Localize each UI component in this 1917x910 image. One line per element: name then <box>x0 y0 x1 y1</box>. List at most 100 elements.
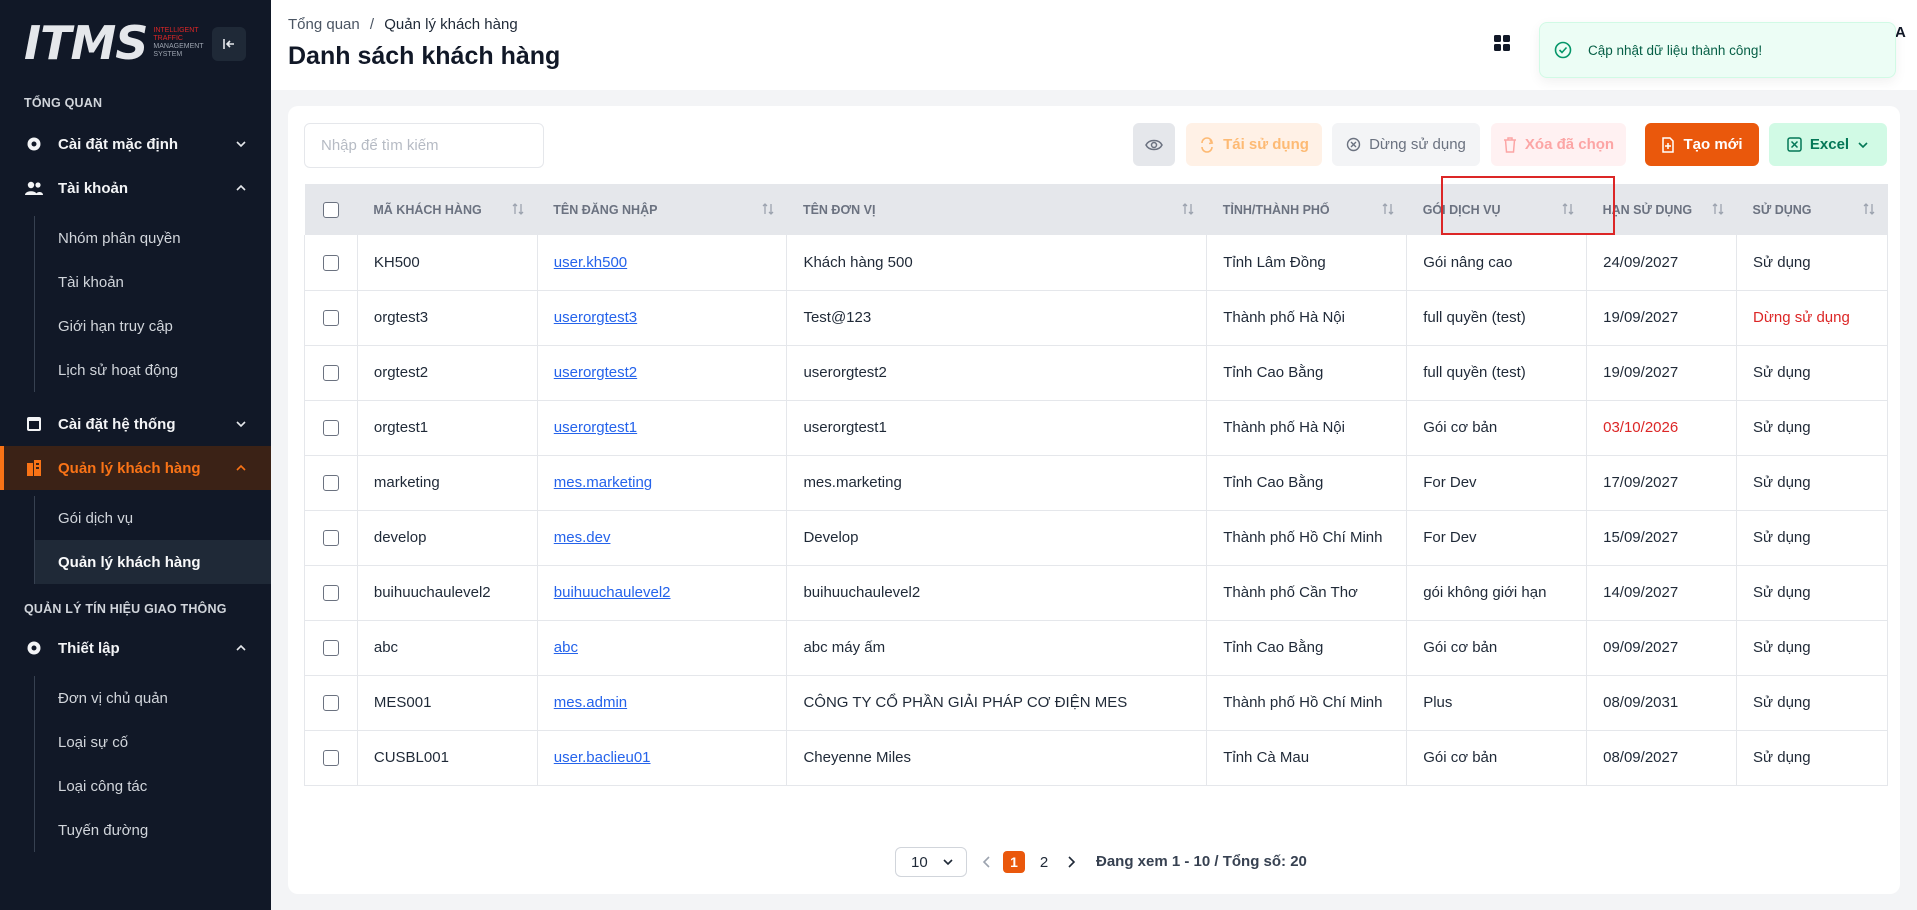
sidebar: ITMS INTELLIGENT TRAFFIC MANAGEMENT SYST… <box>0 0 271 910</box>
submenu-item-access-limits[interactable]: Giới hạn truy cập <box>34 304 271 348</box>
chevron-up-icon <box>236 464 246 471</box>
reuse-button[interactable]: Tái sử dụng <box>1186 123 1322 166</box>
eye-icon <box>1145 139 1163 150</box>
sort-icon[interactable] <box>511 202 525 216</box>
previous-page-icon[interactable] <box>980 853 994 871</box>
avatar[interactable]: A <box>1895 24 1906 41</box>
sort-icon[interactable] <box>1711 202 1725 216</box>
page-button-2[interactable]: 2 <box>1033 851 1055 873</box>
breadcrumb: Tổng quan / Quản lý khách hàng <box>288 16 518 33</box>
row-checkbox[interactable] <box>322 310 339 327</box>
column-header[interactable]: GÓI DỊCH VỤ <box>1407 184 1587 235</box>
column-header[interactable]: SỬ DỤNG <box>1737 184 1888 235</box>
submenu-item-work-types[interactable]: Loại công tác <box>34 764 271 808</box>
username-link[interactable]: user.baclieu01 <box>554 749 651 766</box>
username-link[interactable]: userorgtest2 <box>554 364 637 381</box>
sort-icon[interactable] <box>1862 202 1876 216</box>
chevron-down-icon <box>1858 141 1868 148</box>
row-checkbox[interactable] <box>322 365 339 382</box>
cancel-circle-icon <box>1346 137 1361 152</box>
submenu-item-routes[interactable]: Tuyến đường <box>34 808 271 852</box>
menu-label: Tài khoản <box>58 179 129 197</box>
column-header[interactable]: TÊN ĐĂNG NHẬP <box>537 184 787 235</box>
table-row[interactable]: CUSBL001 user.baclieu01 Cheyenne Miles T… <box>304 730 1888 785</box>
submenu-item-permission-groups[interactable]: Nhóm phân quyền <box>34 216 271 260</box>
table-row[interactable]: KH500 user.kh500 Khách hàng 500 Tỉnh Lâm… <box>304 235 1888 290</box>
breadcrumb-root[interactable]: Tổng quan <box>288 16 360 33</box>
table-row[interactable]: develop mes.dev Develop Thành phố Hồ Chí… <box>304 510 1888 565</box>
submenu-item-incident-types[interactable]: Loại sự cố <box>34 720 271 764</box>
excel-export-button[interactable]: Excel <box>1769 123 1887 166</box>
delete-selected-button[interactable]: Xóa đã chọn <box>1491 123 1626 166</box>
table-row[interactable]: orgtest1 userorgtest1 userorgtest1 Thành… <box>304 400 1888 455</box>
row-checkbox[interactable] <box>322 750 339 767</box>
menu-account[interactable]: Tài khoản <box>0 166 271 210</box>
menu-system-settings[interactable]: Cài đặt hệ thống <box>0 402 271 446</box>
username-link[interactable]: mes.marketing <box>554 474 652 491</box>
success-toast: Cập nhật dữ liệu thành công! <box>1539 22 1896 78</box>
apps-grid-icon[interactable] <box>1491 32 1513 54</box>
toggle-columns-button[interactable] <box>1133 123 1175 166</box>
username-link[interactable]: mes.dev <box>554 529 611 546</box>
cell-username: user.kh500 <box>537 235 788 290</box>
table-row[interactable]: buihuuchaulevel2 buihuuchaulevel2 buihuu… <box>304 565 1888 620</box>
username-link[interactable]: abc <box>554 639 578 656</box>
excel-icon <box>1787 137 1802 152</box>
sort-icon[interactable] <box>1181 202 1195 216</box>
row-checkbox[interactable] <box>322 640 339 657</box>
page-size-select[interactable]: 10 <box>895 847 967 877</box>
menu-label: Cài đặt hệ thống <box>58 415 176 433</box>
table-row[interactable]: MES001 mes.admin CÔNG TY CỔ PHẦN GIẢI PH… <box>304 675 1888 730</box>
username-link[interactable]: buihuuchaulevel2 <box>554 584 671 601</box>
cell-username: mes.marketing <box>537 455 788 510</box>
username-link[interactable]: mes.admin <box>554 694 627 711</box>
stop-using-button[interactable]: Dừng sử dụng <box>1332 123 1480 166</box>
cell-code: buihuuchaulevel2 <box>357 565 538 620</box>
table-row[interactable]: orgtest3 userorgtest3 Test@123 Thành phố… <box>304 290 1888 345</box>
submenu-item-service-packages[interactable]: Gói dịch vụ <box>34 496 271 540</box>
row-checkbox[interactable] <box>322 530 339 547</box>
next-page-icon[interactable] <box>1064 853 1078 871</box>
collapse-sidebar-button[interactable] <box>212 27 246 61</box>
username-link[interactable]: userorgtest1 <box>554 419 637 436</box>
submenu-item-managing-units[interactable]: Đơn vị chủ quản <box>34 676 271 720</box>
submenu-item-customer-management[interactable]: Quản lý khách hàng <box>34 540 271 584</box>
excel-label: Excel <box>1809 136 1850 153</box>
sort-icon[interactable] <box>761 202 775 216</box>
table-row[interactable]: marketing mes.marketing mes.marketing Tỉ… <box>304 455 1888 510</box>
menu-default-settings[interactable]: Cài đặt mặc định <box>0 122 271 166</box>
stop-label: Dừng sử dụng <box>1369 136 1466 153</box>
sort-icon[interactable] <box>1561 202 1575 216</box>
menu-setup[interactable]: Thiết lập <box>0 626 271 670</box>
select-all-checkbox[interactable] <box>322 201 339 218</box>
row-checkbox[interactable] <box>322 695 339 712</box>
sort-icon[interactable] <box>1381 202 1395 216</box>
row-checkbox[interactable] <box>322 420 339 437</box>
submenu-item-activity-history[interactable]: Lịch sử hoạt động <box>34 348 271 392</box>
logo-mark: ITMS <box>24 16 148 70</box>
table-header-row: MÃ KHÁCH HÀNG TÊN ĐĂNG NHẬP TÊN ĐƠN VỊ T… <box>304 184 1888 235</box>
column-header[interactable]: HẠN SỬ DỤNG <box>1587 184 1737 235</box>
cell-username: user.baclieu01 <box>537 730 788 785</box>
page-button-1[interactable]: 1 <box>1003 851 1025 873</box>
create-new-button[interactable]: Tạo mới <box>1645 123 1759 166</box>
cell-province: Thành phố Hồ Chí Minh <box>1206 510 1408 565</box>
row-checkbox[interactable] <box>322 475 339 492</box>
logo-sub-line: MANAGEMENT <box>153 43 204 50</box>
row-checkbox[interactable] <box>322 585 339 602</box>
menu-label: Quản lý khách hàng <box>58 459 201 477</box>
table-row[interactable]: abc abc abc máy ấm Tỉnh Cao Bằng Gói cơ … <box>304 620 1888 675</box>
row-checkbox[interactable] <box>322 254 339 271</box>
toast-message: Cập nhật dữ liệu thành công! <box>1588 42 1763 58</box>
column-header[interactable]: MÃ KHÁCH HÀNG <box>357 184 537 235</box>
submenu-item-accounts[interactable]: Tài khoản <box>34 260 271 304</box>
column-label: MÃ KHÁCH HÀNG <box>373 202 482 217</box>
cell-province: Tỉnh Cà Mau <box>1206 730 1408 785</box>
column-header[interactable]: TỈNH/THÀNH PHỐ <box>1207 184 1407 235</box>
search-input[interactable] <box>304 123 544 168</box>
menu-customer-management[interactable]: Quản lý khách hàng <box>0 446 271 490</box>
table-row[interactable]: orgtest2 userorgtest2 userorgtest2 Tỉnh … <box>304 345 1888 400</box>
column-header[interactable]: TÊN ĐƠN VỊ <box>787 184 1207 235</box>
username-link[interactable]: user.kh500 <box>554 254 627 271</box>
username-link[interactable]: userorgtest3 <box>554 309 637 326</box>
